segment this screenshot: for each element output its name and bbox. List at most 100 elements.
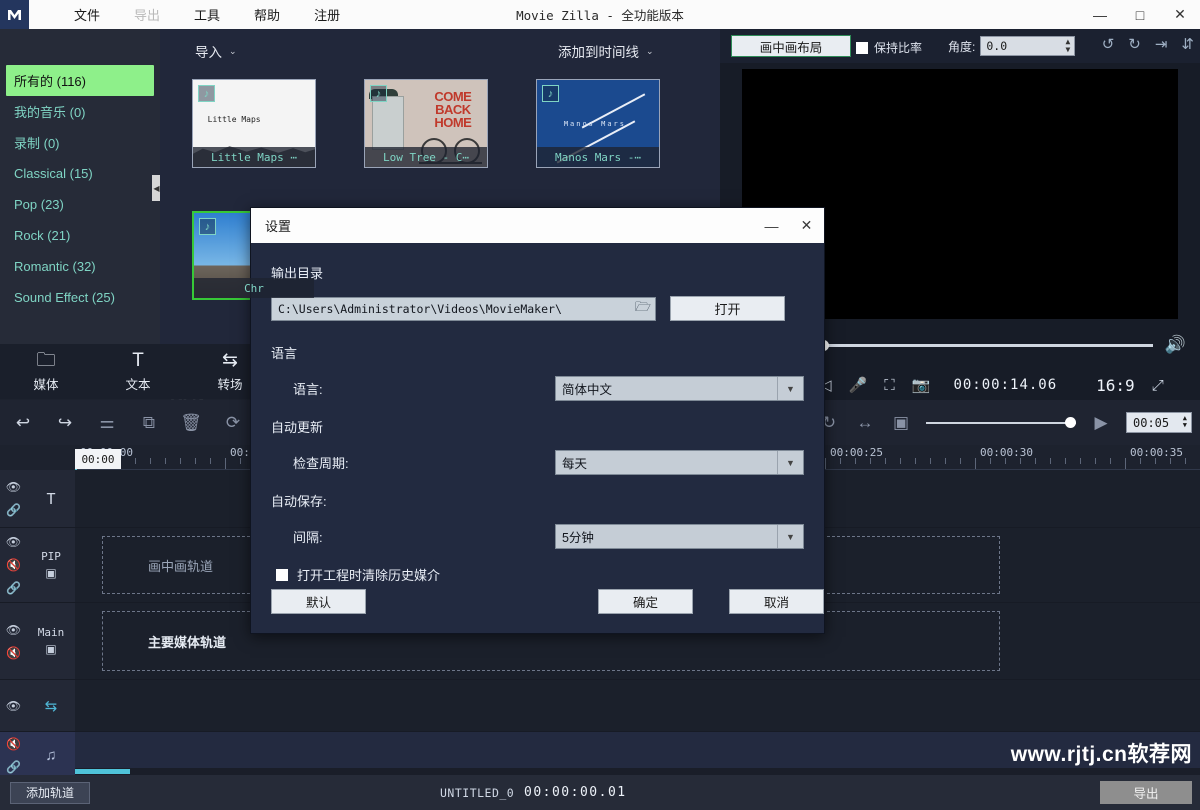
sidebar-item-pop[interactable]: Pop (23) bbox=[6, 189, 154, 220]
redo-icon[interactable]: ↪ bbox=[54, 413, 76, 433]
duration-spinner-arrows-icon[interactable]: ▲▼ bbox=[1183, 415, 1187, 429]
interval-select[interactable]: 5分钟 ▼ bbox=[555, 524, 804, 549]
export-button[interactable]: 导出 bbox=[1100, 781, 1192, 804]
add-to-timeline-label: 添加到时间线 bbox=[558, 41, 639, 61]
microphone-icon[interactable]: 🎤 bbox=[849, 376, 868, 394]
zoom-in-icon[interactable]: ▶ bbox=[1090, 413, 1112, 433]
eye-icon-transition[interactable]: 👁 bbox=[6, 699, 21, 713]
flip-vertical-icon[interactable]: ⇵ bbox=[1181, 35, 1194, 53]
aspect-ratio-label[interactable]: 16:9 bbox=[1096, 376, 1135, 395]
track-header-transition[interactable]: 👁 ⇆ bbox=[0, 680, 75, 732]
timeline-scrollbar-thumb[interactable] bbox=[75, 769, 130, 774]
rotate-left-icon[interactable]: ↺ bbox=[1102, 35, 1115, 53]
sidebar-item-classical[interactable]: Classical (15) bbox=[6, 158, 154, 189]
chevron-down-icon-interval[interactable]: ▼ bbox=[777, 525, 803, 548]
playhead-label[interactable]: 00:00 bbox=[75, 449, 121, 469]
eye-icon[interactable]: 👁 bbox=[6, 480, 21, 494]
mute-icon-audio[interactable]: 🔇 bbox=[6, 737, 21, 751]
crop-icon[interactable]: ⛶ bbox=[884, 377, 895, 394]
add-track-button[interactable]: 添加轨道 bbox=[10, 782, 90, 804]
duplicate-icon[interactable]: ⧉ bbox=[138, 413, 160, 433]
angle-value: 0.0 bbox=[986, 39, 1007, 53]
track-header-audio[interactable]: 🔇 🔗 ♫ bbox=[0, 732, 75, 780]
link-icon-audio[interactable]: 🔗 bbox=[6, 760, 21, 774]
check-period-select[interactable]: 每天 ▼ bbox=[555, 450, 804, 475]
link-icon[interactable]: 🔗 bbox=[6, 503, 21, 517]
open-folder-button[interactable]: 打开 bbox=[670, 296, 785, 321]
import-button[interactable]: 导入 ⌄ bbox=[195, 41, 237, 61]
chevron-down-icon-language[interactable]: ▼ bbox=[777, 377, 803, 400]
maximize-button[interactable]: □ bbox=[1120, 0, 1160, 29]
adjust-icon[interactable]: ⚌ bbox=[96, 413, 118, 433]
clear-history-checkbox[interactable]: 打开工程时清除历史媒介 bbox=[276, 565, 804, 584]
chevron-down-icon-period[interactable]: ▼ bbox=[777, 451, 803, 474]
cancel-button[interactable]: 取消 bbox=[729, 589, 824, 614]
dialog-close-button[interactable]: ✕ bbox=[789, 208, 824, 243]
snapshot-icon[interactable]: 📷 bbox=[912, 376, 931, 394]
ok-button[interactable]: 确定 bbox=[598, 589, 693, 614]
mute-icon-pip[interactable]: 🔇 bbox=[6, 558, 21, 572]
eye-icon-main[interactable]: 👁 bbox=[6, 623, 21, 637]
transform-icons: ↺ ↻ ⇥ ⇵ bbox=[1102, 35, 1194, 53]
dialog-title-bar: 设置 — ✕ bbox=[251, 208, 824, 243]
duration-input[interactable]: 00:05 ▲▼ bbox=[1126, 412, 1192, 433]
track-lane-transition[interactable] bbox=[75, 680, 1200, 732]
ruler-tick bbox=[930, 458, 931, 464]
keep-ratio-checkbox[interactable]: 保持比率 bbox=[856, 39, 922, 56]
add-to-timeline-button[interactable]: 添加到时间线 ⌄ bbox=[558, 41, 654, 61]
sidebar-item-romantic[interactable]: Romantic (32) bbox=[6, 251, 154, 282]
mute-icon-main[interactable]: 🔇 bbox=[6, 646, 21, 660]
media-item-manos-mars[interactable]: Manos Mars ♪ Manos Mars -⋯ bbox=[536, 79, 660, 168]
language-select[interactable]: 简体中文 ▼ bbox=[555, 376, 804, 401]
media-item-little-maps[interactable]: Little Maps ♪ Little Maps ⋯ bbox=[192, 79, 316, 168]
keep-ratio-label: 保持比率 bbox=[874, 39, 922, 56]
flip-horizontal-icon[interactable]: ⇥ bbox=[1155, 35, 1168, 53]
zoom-slider-knob[interactable] bbox=[1065, 417, 1076, 428]
close-button[interactable]: ✕ bbox=[1160, 0, 1200, 29]
undo-icon[interactable]: ↩ bbox=[12, 413, 34, 433]
spinner-arrows-icon[interactable]: ▲▼ bbox=[1066, 38, 1071, 54]
timeline-scrollbar[interactable] bbox=[75, 768, 1200, 775]
output-dir-input[interactable]: C:\Users\Administrator\Videos\MovieMaker… bbox=[271, 297, 656, 321]
fit-icon[interactable]: ↔ bbox=[854, 413, 876, 433]
delete-icon[interactable]: 🗑 bbox=[180, 413, 202, 433]
sidebar-item-rock[interactable]: Rock (21) bbox=[6, 220, 154, 251]
dialog-minimize-button[interactable]: — bbox=[754, 208, 789, 243]
track-header-text[interactable]: 👁 🔗 T bbox=[0, 470, 75, 528]
default-button[interactable]: 默认 bbox=[271, 589, 366, 614]
folder-browse-icon[interactable]: 🗁 bbox=[635, 298, 651, 320]
track-header-main[interactable]: 👁 🔇 Main ▣ bbox=[0, 603, 75, 680]
minimize-button[interactable]: — bbox=[1080, 0, 1120, 29]
ruler-tick bbox=[1155, 458, 1156, 464]
menu-tools[interactable]: 工具 bbox=[177, 5, 237, 24]
zoom-out-icon[interactable]: ▣ bbox=[890, 413, 912, 433]
angle-input[interactable]: 0.0 ▲▼ bbox=[980, 36, 1075, 56]
track-label-transition: ⇆ bbox=[27, 697, 75, 715]
track-header-pip[interactable]: 👁 🔇 🔗 PIP ▣ bbox=[0, 528, 75, 603]
check-period-row: 检查周期: 每天 ▼ bbox=[271, 450, 804, 475]
volume-icon[interactable]: 🔊 bbox=[1165, 335, 1186, 355]
sidebar-item-recorded[interactable]: 录制 (0) bbox=[6, 127, 154, 158]
ruler-tick bbox=[1140, 458, 1141, 464]
menu-register[interactable]: 注册 bbox=[297, 5, 357, 24]
sidebar-item-my-music[interactable]: 我的音乐 (0) bbox=[6, 96, 154, 127]
pip-layout-button[interactable]: 画中画布局 bbox=[731, 35, 851, 57]
link-icon-pip[interactable]: 🔗 bbox=[6, 581, 21, 595]
sidebar-item-all[interactable]: 所有的 (116) bbox=[6, 65, 154, 96]
ruler-tick bbox=[1125, 458, 1126, 469]
tab-text[interactable]: T 文本 bbox=[92, 350, 184, 393]
menu-help[interactable]: 帮助 bbox=[237, 5, 297, 24]
ruler-tick bbox=[840, 458, 841, 464]
zoom-slider[interactable] bbox=[926, 422, 1076, 424]
autosave-section-label: 自动保存: bbox=[271, 491, 804, 510]
eye-icon-pip[interactable]: 👁 bbox=[6, 535, 21, 549]
rotate-right-icon[interactable]: ↻ bbox=[1128, 35, 1141, 53]
fullscreen-icon[interactable]: ⤢ bbox=[1152, 377, 1164, 394]
menu-file[interactable]: 文件 bbox=[57, 5, 117, 24]
rotate-icon[interactable]: ⟳ bbox=[222, 413, 244, 433]
sidebar-item-sound-effect[interactable]: Sound Effect (25) bbox=[6, 282, 154, 313]
tab-media[interactable]: 🗀 媒体 bbox=[0, 350, 92, 393]
media-item-low-tree[interactable]: COME BACK HOME ♪ Low Tree - C⋯ bbox=[364, 79, 488, 168]
menu-export[interactable]: 导出 bbox=[117, 5, 177, 24]
menu-bar: 文件 导出 工具 帮助 注册 bbox=[57, 5, 357, 24]
